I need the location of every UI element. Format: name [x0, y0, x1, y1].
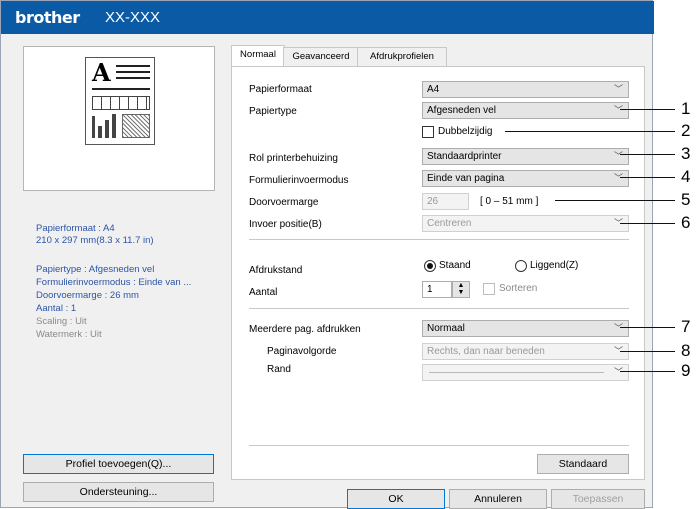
brand-logo: brother: [15, 8, 80, 27]
tab-normaal[interactable]: Normaal: [231, 45, 285, 68]
chevron-down-icon: ﹀: [613, 173, 623, 183]
papierformaat-label: Papierformaat: [249, 84, 312, 95]
papiertype-label: Papiertype: [249, 106, 297, 117]
info-paper-dimensions: 210 x 297 mm(8.3 x 11.7 in): [36, 235, 154, 246]
window-title: XX-XXX: [105, 9, 161, 26]
rol-value: Standaardprinter: [427, 151, 502, 162]
callout-line: [620, 351, 675, 352]
invoer-select[interactable]: Centreren ﹀: [422, 215, 629, 232]
papiertype-select[interactable]: Afgesneden vel ﹀: [422, 102, 629, 119]
sorteren-checkbox[interactable]: [483, 283, 495, 295]
apply-button[interactable]: Toepassen: [551, 489, 645, 509]
callout-line: [505, 131, 675, 132]
liggend-label: Liggend(Z): [530, 260, 579, 271]
papierformaat-select[interactable]: A4 ﹀: [422, 81, 629, 98]
divider: [249, 308, 629, 309]
staand-radio[interactable]: [424, 260, 436, 272]
papierformaat-value: A4: [427, 84, 440, 95]
callout-line: [555, 200, 675, 201]
callout-7: 7: [681, 317, 691, 336]
title-bar: brother XX-XXX: [1, 1, 654, 34]
spin-down-icon[interactable]: ▼: [453, 289, 469, 296]
callout-line: [620, 327, 675, 328]
support-button[interactable]: Ondersteuning...: [23, 482, 214, 502]
formulier-select[interactable]: Einde van pagina ﹀: [422, 170, 629, 187]
aantal-input[interactable]: 1: [422, 281, 452, 298]
spin-up-icon[interactable]: ▲: [453, 282, 469, 289]
rand-label: Rand: [267, 364, 291, 375]
info-copies: Aantal : 1: [36, 303, 77, 314]
document-thumbnail-icon: A: [85, 57, 155, 145]
dubbelzijdig-label: Dubbelzijdig: [438, 126, 493, 137]
liggend-radio[interactable]: [515, 260, 527, 272]
settings-panel: Papierformaat A4 ﹀ Papiertype Afgesneden …: [231, 66, 645, 480]
callout-6: 6: [681, 213, 691, 232]
sorteren-label: Sorteren: [499, 283, 538, 294]
aantal-label: Aantal: [249, 287, 278, 298]
info-paper-type: Papiertype : Afgesneden vel: [36, 264, 155, 275]
callout-3: 3: [681, 144, 691, 163]
meerdere-label: Meerdere pag. afdrukken: [249, 324, 361, 335]
info-feed-mode: Formulierinvoermodus : Einde van ...: [36, 277, 192, 288]
chevron-down-icon: ﹀: [613, 151, 623, 161]
border-line-preview: [429, 372, 604, 373]
callout-line: [620, 154, 675, 155]
paginavolgorde-label: Paginavolgorde: [267, 346, 337, 357]
paginavolgorde-select[interactable]: Rechts, dan naar beneden ﹀: [422, 343, 629, 360]
doorvoermarge-label: Doorvoermarge: [249, 197, 319, 208]
rand-select[interactable]: ﹀: [422, 364, 629, 381]
chevron-down-icon: ﹀: [613, 367, 623, 377]
chevron-down-icon: ﹀: [613, 105, 623, 115]
info-feed-margin: Doorvoermarge : 26 mm: [36, 290, 139, 301]
callout-line: [620, 371, 675, 372]
printer-dialog-window: brother XX-XXX A Papierformaat : A4 210 …: [0, 0, 654, 509]
callout-1: 1: [681, 99, 691, 118]
info-scaling: Scaling : Uit: [36, 316, 87, 327]
cancel-button[interactable]: Annuleren: [449, 489, 547, 509]
standaard-button[interactable]: Standaard: [537, 454, 629, 474]
callout-8: 8: [681, 341, 691, 360]
callout-line: [620, 109, 675, 110]
staand-label: Staand: [439, 260, 471, 271]
callout-line: [620, 177, 675, 178]
invoer-value: Centreren: [427, 218, 472, 229]
rol-label: Rol printerbehuizing: [249, 153, 338, 164]
papiertype-value: Afgesneden vel: [427, 105, 496, 116]
tab-afdrukprofielen[interactable]: Afdrukprofielen: [357, 47, 447, 67]
divider: [249, 239, 629, 240]
info-watermark: Watermerk : Uit: [36, 329, 102, 340]
formulier-value: Einde van pagina: [427, 173, 505, 184]
meerdere-select[interactable]: Normaal ﹀: [422, 320, 629, 337]
chevron-down-icon: ﹀: [613, 84, 623, 94]
callout-line: [620, 223, 675, 224]
aantal-spinner[interactable]: ▲ ▼: [452, 281, 470, 298]
meerdere-value: Normaal: [427, 323, 465, 334]
tab-geavanceerd[interactable]: Geavanceerd: [283, 47, 359, 67]
doorvoermarge-range: [ 0 – 51 mm ]: [480, 196, 539, 207]
add-profile-button[interactable]: Profiel toevoegen(Q)...: [23, 454, 214, 474]
formulier-label: Formulierinvoermodus: [249, 175, 349, 186]
afdrukstand-label: Afdrukstand: [249, 265, 303, 276]
callout-4: 4: [681, 167, 691, 186]
rol-select[interactable]: Standaardprinter ﹀: [422, 148, 629, 165]
callout-5: 5: [681, 190, 691, 209]
callout-2: 2: [681, 121, 691, 140]
ok-button[interactable]: OK: [347, 489, 445, 509]
paginavolgorde-value: Rechts, dan naar beneden: [427, 346, 545, 357]
doorvoermarge-input[interactable]: 26: [422, 193, 469, 210]
chevron-down-icon: ﹀: [613, 323, 623, 333]
callout-9: 9: [681, 361, 691, 380]
divider: [249, 445, 629, 446]
dubbelzijdig-checkbox[interactable]: [422, 126, 434, 138]
invoer-label: Invoer positie(B): [249, 219, 322, 230]
